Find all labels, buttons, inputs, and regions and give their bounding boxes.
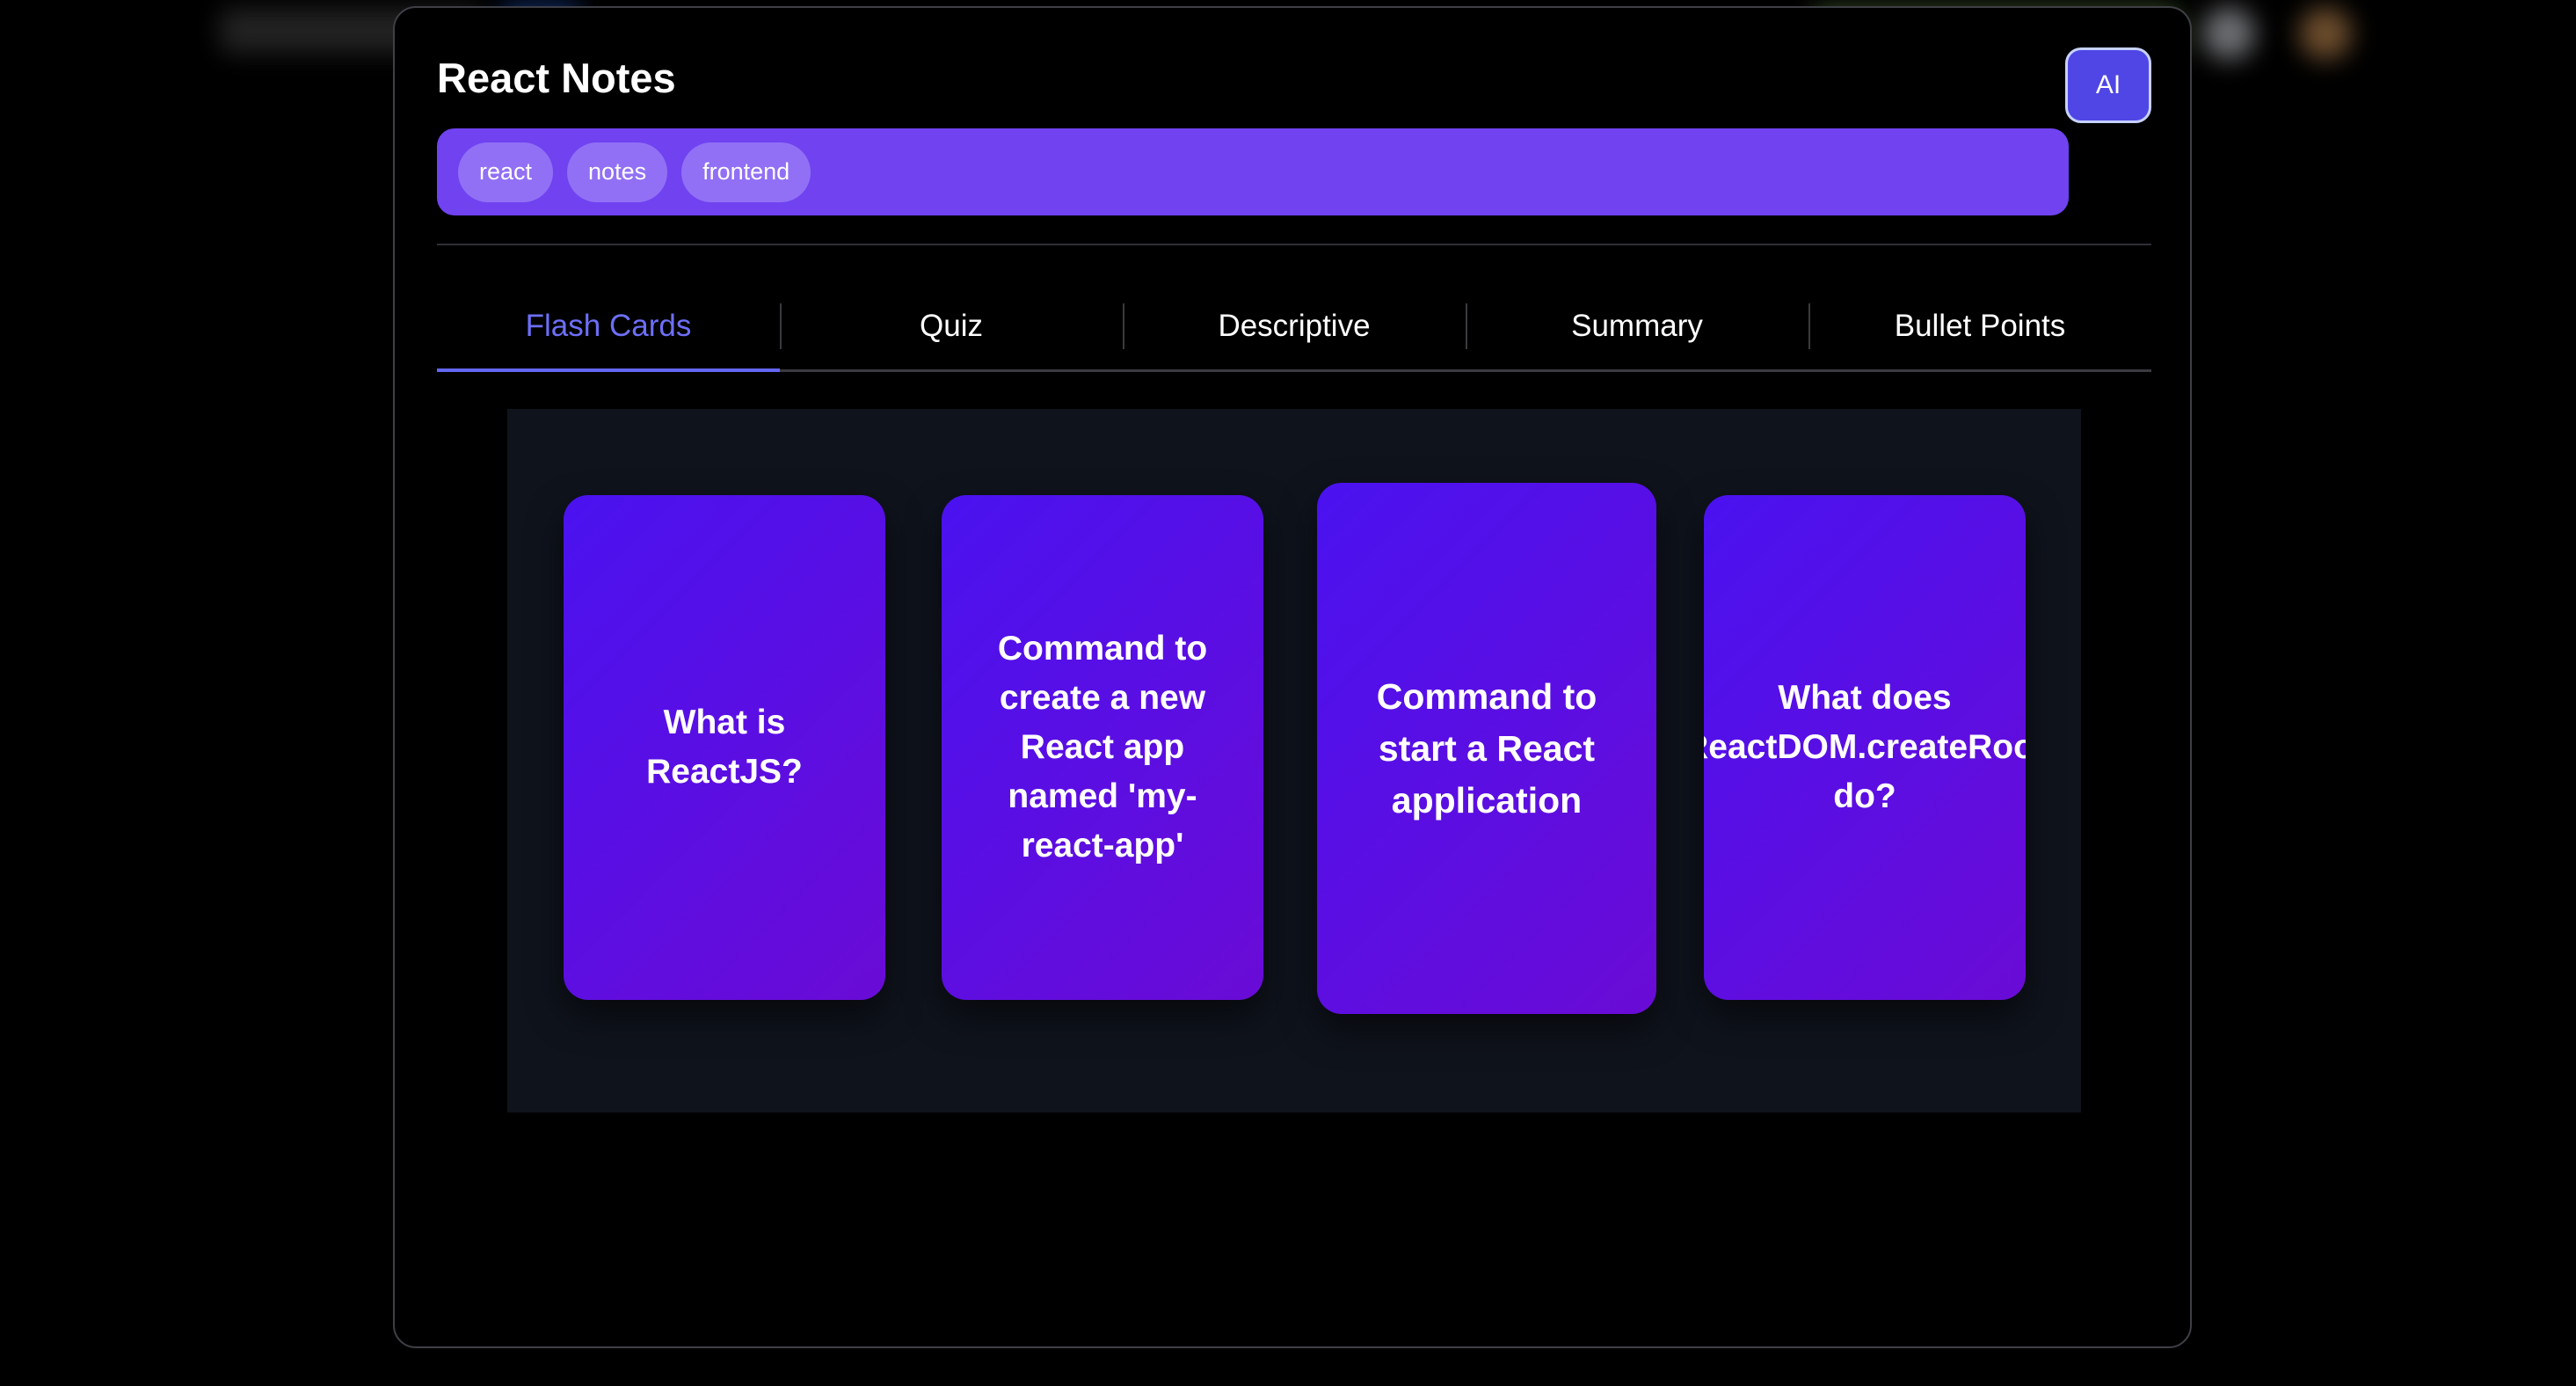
note-title: React Notes	[437, 55, 676, 101]
tag-chip-react[interactable]: react	[458, 142, 554, 202]
flash-card-question: What is ReactJS?	[646, 704, 803, 791]
study-mode-tabs: Flash Cards Quiz Descriptive Summary Bul…	[437, 291, 2151, 372]
app-page: React Notes AI react notes frontend Flas…	[0, 0, 2576, 1386]
flash-card[interactable]: What is ReactJS?	[564, 495, 885, 1000]
tab-quiz[interactable]: Quiz	[780, 291, 1123, 361]
background-avatar	[2299, 7, 2352, 60]
note-modal: React Notes AI react notes frontend Flas…	[393, 6, 2192, 1348]
flash-card[interactable]: What does ReactDOM.createRoot do?	[1704, 495, 2026, 1000]
tab-descriptive[interactable]: Descriptive	[1123, 291, 1466, 361]
tab-summary[interactable]: Summary	[1466, 291, 1808, 361]
flash-card-panel: What is ReactJS? Command to create a new…	[507, 409, 2081, 1112]
background-avatar	[2202, 7, 2255, 60]
flash-card-question: Command to start a React application	[1376, 675, 1597, 821]
flash-card-question: What does ReactDOM.createRoot do?	[1704, 679, 2026, 815]
flash-card-question: Command to create a new React app named …	[997, 630, 1208, 864]
ai-button[interactable]: AI	[2065, 47, 2151, 123]
flash-card[interactable]: Command to start a React application	[1317, 483, 1656, 1014]
tab-bullet-points[interactable]: Bullet Points	[1808, 291, 2151, 361]
tab-flash-cards[interactable]: Flash Cards	[437, 291, 780, 372]
tag-chip-frontend[interactable]: frontend	[681, 142, 811, 202]
tag-bar: react notes frontend	[437, 128, 2069, 215]
divider	[437, 244, 2151, 245]
tag-chip-notes[interactable]: notes	[567, 142, 668, 202]
flash-card[interactable]: Command to create a new React app named …	[942, 495, 1263, 1000]
